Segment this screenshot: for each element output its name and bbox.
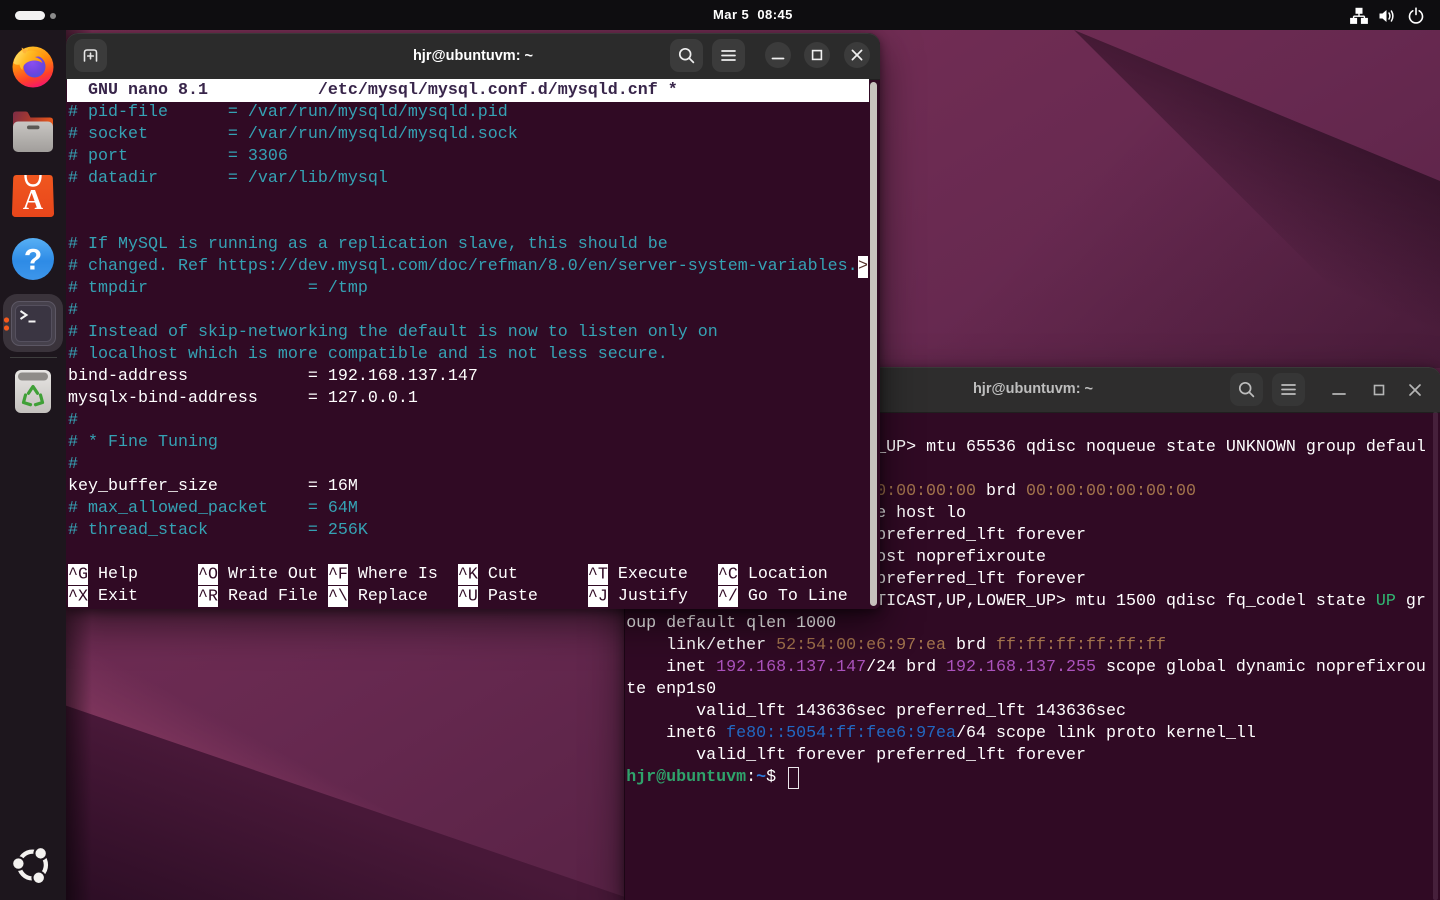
svg-text:A: A	[23, 185, 44, 216]
svg-text:?: ?	[24, 244, 42, 277]
